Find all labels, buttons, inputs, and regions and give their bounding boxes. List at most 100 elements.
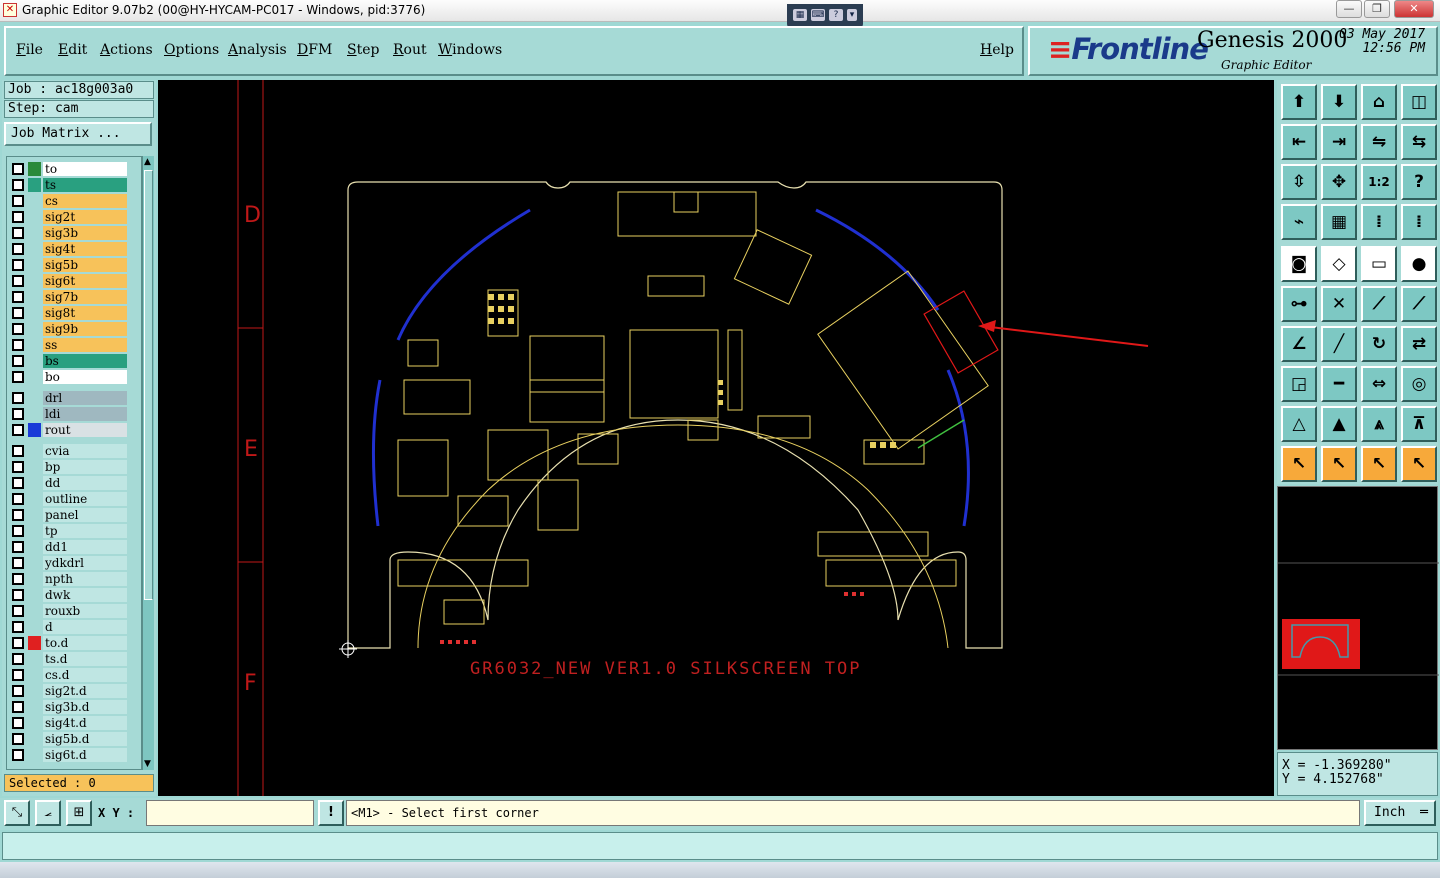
layer-row-tp[interactable]: tp <box>7 523 141 539</box>
layer-name[interactable]: panel <box>43 508 127 522</box>
span-tool[interactable]: ⇔ <box>1361 366 1397 402</box>
layer-name[interactable]: sig6t <box>43 274 127 288</box>
layer-checkbox[interactable] <box>12 355 24 367</box>
layer-name[interactable]: ydkdrl <box>43 556 127 570</box>
job-matrix-button[interactable]: Job Matrix ... <box>4 122 152 146</box>
layer-checkbox[interactable] <box>12 605 24 617</box>
layer-checkbox[interactable] <box>12 371 24 383</box>
layer-checkbox[interactable] <box>12 424 24 436</box>
layer-checkbox[interactable] <box>12 557 24 569</box>
measure-icon[interactable]: ⦟ <box>35 800 61 826</box>
layer-scrollbar[interactable]: ▲ ▼ <box>142 156 154 770</box>
layer-name[interactable]: sig2t.d <box>43 684 127 698</box>
layer-row-sig6t[interactable]: sig6t <box>7 273 141 289</box>
menu-options[interactable]: Options <box>164 42 219 58</box>
zoom-box-icon[interactable]: ⤡ <box>4 800 30 826</box>
layer-checkbox[interactable] <box>12 195 24 207</box>
query-tool[interactable]: ? <box>1401 164 1437 200</box>
layer-checkbox[interactable] <box>12 477 24 489</box>
pointer-tool[interactable]: ↖ <box>1281 446 1317 482</box>
chevron-down-icon[interactable]: ▾ <box>847 9 857 21</box>
layer-name[interactable]: npth <box>43 572 127 586</box>
layer-name[interactable]: ldi <box>43 407 127 421</box>
layer-row-ss[interactable]: ss <box>7 337 141 353</box>
grid-snap-icon[interactable]: ⊞ <box>66 800 92 826</box>
ruler-tool[interactable]: ▭ <box>1361 246 1397 282</box>
triangle-line-tool[interactable]: ⊼ <box>1401 406 1437 442</box>
layer-name[interactable]: bo <box>43 370 127 384</box>
layer-name[interactable]: drl <box>43 391 127 405</box>
menu-step[interactable]: Step <box>347 42 379 58</box>
flip-tool[interactable]: ⇄ <box>1401 326 1437 362</box>
scroll-thumb[interactable] <box>144 170 153 600</box>
layer-name[interactable]: sig6t.d <box>43 748 127 762</box>
layer-name[interactable]: sig2t <box>43 210 127 224</box>
fit-all-tool[interactable]: ✥ <box>1321 164 1357 200</box>
layer-checkbox[interactable] <box>12 621 24 633</box>
layer-row-bo[interactable]: bo <box>7 369 141 385</box>
layer-checkbox[interactable] <box>12 339 24 351</box>
angle-tool[interactable]: ∠ <box>1281 326 1317 362</box>
layer-checkbox[interactable] <box>12 589 24 601</box>
home-tool[interactable]: ⌂ <box>1361 84 1397 120</box>
grid-tool[interactable]: ▦ <box>1321 204 1357 240</box>
layer-row-cs-d[interactable]: cs.d <box>7 667 141 683</box>
layer-row-dd1[interactable]: dd1 <box>7 539 141 555</box>
layer-row-dd[interactable]: dd <box>7 475 141 491</box>
scroll-down-icon[interactable]: ▼ <box>144 758 151 770</box>
layer-row-sig3b-d[interactable]: sig3b.d <box>7 699 141 715</box>
select-pad-tool[interactable]: ● <box>1401 246 1437 282</box>
layer-checkbox[interactable] <box>12 669 24 681</box>
step-right-tool[interactable]: ⇥ <box>1321 124 1357 160</box>
layer-row-dwk[interactable]: dwk <box>7 587 141 603</box>
menu-dfm[interactable]: DFM <box>297 42 332 58</box>
triangle-tool[interactable]: △ <box>1281 406 1317 442</box>
layer-row-drl[interactable]: drl <box>7 390 141 406</box>
layer-row-bs[interactable]: bs <box>7 353 141 369</box>
mirror-tool[interactable]: ⇋ <box>1361 124 1397 160</box>
layer-name[interactable]: rout <box>43 423 127 437</box>
menu-windows[interactable]: Windows <box>438 42 502 58</box>
layer-name[interactable]: rouxb <box>43 604 127 618</box>
layer-row-outline[interactable]: outline <box>7 491 141 507</box>
layer-checkbox[interactable] <box>12 525 24 537</box>
layer-name[interactable]: dd1 <box>43 540 127 554</box>
layer-row-sig8t[interactable]: sig8t <box>7 305 141 321</box>
layer-row-panel[interactable]: panel <box>7 507 141 523</box>
step-left-tool[interactable]: ⇤ <box>1281 124 1317 160</box>
line-tool[interactable]: ⟋ <box>1361 286 1397 322</box>
rotate-tool[interactable]: ↻ <box>1361 326 1397 362</box>
layer-checkbox[interactable] <box>12 275 24 287</box>
layer-name[interactable]: outline <box>43 492 127 506</box>
layer-row-cvia[interactable]: cvia <box>7 443 141 459</box>
layer-name[interactable]: tp <box>43 524 127 538</box>
layer-name[interactable]: sig7b <box>43 290 127 304</box>
layer-checkbox[interactable] <box>12 291 24 303</box>
layer-row-rouxb[interactable]: rouxb <box>7 603 141 619</box>
menu-file[interactable]: File <box>16 42 43 58</box>
layer-name[interactable]: sig9b <box>43 322 127 336</box>
layer-checkbox[interactable] <box>12 717 24 729</box>
layer-name[interactable]: d <box>43 620 127 634</box>
pointer-circle-tool[interactable]: ↖ <box>1361 446 1397 482</box>
layer-name[interactable]: sig3b.d <box>43 700 127 714</box>
keyboard-icon[interactable]: ⌨ <box>811 9 825 21</box>
layer-row-ts-d[interactable]: ts.d <box>7 651 141 667</box>
unit-selector[interactable]: Inch ═ <box>1364 800 1436 826</box>
scale-tool[interactable]: 1:2 <box>1361 164 1397 200</box>
grip-icon[interactable]: ▦ <box>793 9 807 21</box>
layer-row-npth[interactable]: npth <box>7 571 141 587</box>
overview-preview[interactable] <box>1277 486 1439 750</box>
cross-tool[interactable]: ✕ <box>1321 286 1357 322</box>
layer-row-sig4t-d[interactable]: sig4t.d <box>7 715 141 731</box>
connect-tool[interactable]: ⊶ <box>1281 286 1317 322</box>
layer-row-sig4t[interactable]: sig4t <box>7 241 141 257</box>
line-point-tool[interactable]: ⟋ <box>1401 286 1437 322</box>
layer-row-sig5b-d[interactable]: sig5b.d <box>7 731 141 747</box>
layer-checkbox[interactable] <box>12 461 24 473</box>
scroll-up-icon[interactable]: ▲ <box>144 156 151 168</box>
minus-tool[interactable]: ━ <box>1321 366 1357 402</box>
layer-row-sig3b[interactable]: sig3b <box>7 225 141 241</box>
layer-row-ldi[interactable]: ldi <box>7 406 141 422</box>
graphic-canvas[interactable]: D E F GR6032_NEW VER1.0 SILKSCREEN TOP <box>158 80 1274 796</box>
